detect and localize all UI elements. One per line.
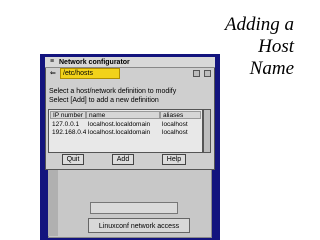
hosts-list-scrollbar[interactable] [203, 109, 211, 153]
table-row-2-ip[interactable]: 192.168.0.4 [52, 129, 86, 137]
help-button[interactable]: Help [162, 154, 186, 165]
add-button[interactable]: Add [112, 154, 134, 165]
table-row-2-aliases[interactable]: localhost [162, 129, 202, 137]
slide-title-line-1: Adding a [224, 14, 294, 35]
column-header-name[interactable]: name [86, 111, 160, 119]
window-menu-icon[interactable]: ≡ [47, 58, 57, 66]
instruction-line-2: Select [Add] to add a new definition [49, 97, 159, 104]
file-path: /etc/hosts [60, 68, 120, 79]
minimize-icon[interactable] [193, 70, 200, 77]
network-access-button[interactable]: Linuxconf network access [88, 218, 190, 233]
quit-button[interactable]: Quit [62, 154, 84, 165]
table-row-1-ip[interactable]: 127.0.0.1 [52, 121, 86, 129]
table-row-1-aliases[interactable]: localhost [162, 121, 202, 129]
maximize-icon[interactable] [204, 70, 211, 77]
dialog-menu-icon[interactable]: ⇐ [50, 70, 58, 78]
column-header-ip[interactable]: IP number [50, 111, 86, 119]
dialog-title: Network configurator [59, 59, 130, 66]
instruction-line-1: Select a host/network definition to modi… [49, 88, 177, 95]
table-row-1-name[interactable]: localhost.localdomain [88, 121, 160, 129]
column-header-aliases[interactable]: aliases [160, 111, 201, 119]
background-tab[interactable] [90, 202, 178, 214]
table-row-2-name[interactable]: localhost.localdomain [88, 129, 160, 137]
